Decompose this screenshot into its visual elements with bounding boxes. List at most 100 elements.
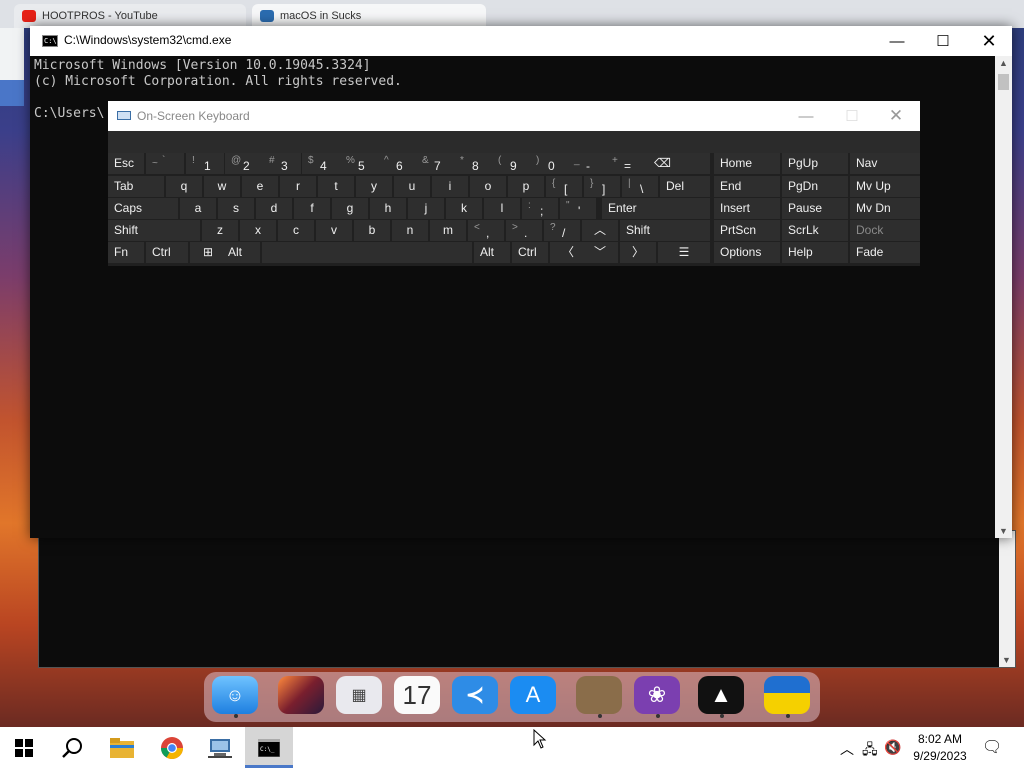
key-h[interactable]: h [370,198,406,219]
search-button[interactable] [48,727,96,768]
key-caps[interactable]: Caps [108,198,178,219]
key-c[interactable]: c [278,220,314,241]
key-backspace[interactable]: ⌫ [644,153,710,174]
osk-minimize-button[interactable]: — [784,101,828,131]
key-i[interactable]: i [432,176,468,197]
key-del[interactable]: Del [660,176,710,197]
key-up-arrow[interactable]: ︿ [582,220,618,241]
key-left-bracket[interactable]: {[ [546,176,582,197]
key-left-alt[interactable]: Alt [222,242,260,263]
key-p[interactable]: p [508,176,544,197]
key-3[interactable]: #3 [263,153,301,174]
key-pause[interactable]: Pause [782,198,848,219]
key-r[interactable]: r [280,176,316,197]
key-pgup[interactable]: PgUp [782,153,848,174]
network-icon[interactable]: 🖧 [862,739,878,763]
key-4[interactable]: $4 [302,153,340,174]
key-help[interactable]: Help [782,242,848,263]
start-button[interactable] [0,727,48,768]
key-left-ctrl[interactable]: Ctrl [146,242,188,263]
key-options[interactable]: Options [714,242,780,263]
key-mv-dn[interactable]: Mv Dn [850,198,920,219]
key-right-ctrl[interactable]: Ctrl [512,242,548,263]
key-0[interactable]: ) 0 [530,153,568,174]
scrollbar-thumb[interactable] [998,74,1009,90]
key-space[interactable] [262,242,472,263]
browser-tab-youtube[interactable]: HOOTPROS - YouTube [14,4,246,28]
key-quote[interactable]: " ' [560,198,596,219]
key-insert[interactable]: Insert [714,198,780,219]
key-5[interactable]: % 5 [340,153,378,174]
browser-tab-macos[interactable]: macOS in Sucks [252,4,486,28]
key-right-alt[interactable]: Alt [474,242,510,263]
key-home[interactable]: Home [714,153,780,174]
taskbar-chrome[interactable] [148,727,196,768]
close-button[interactable]: ✕ [966,26,1012,56]
key-j[interactable]: j [408,198,444,219]
key-comma[interactable]: <, [468,220,504,241]
key-t[interactable]: t [318,176,354,197]
game-app-icon[interactable] [576,676,622,714]
maximize-button[interactable]: ☐ [920,26,966,56]
scroll-down-icon[interactable]: ▼ [1002,655,1011,665]
key-esc[interactable]: Esc [108,153,144,174]
key-a[interactable]: a [180,198,216,219]
key-slash[interactable]: ? / [544,220,580,241]
key-semicolon[interactable]: :; [522,198,558,219]
taskbar-file-explorer[interactable] [98,727,146,768]
key-menu[interactable]: ☰ [658,242,710,263]
key-6[interactable]: ^ 6 [378,153,416,174]
key-w[interactable]: w [204,176,240,197]
app-store-icon[interactable]: A [510,676,556,714]
key-scrlk[interactable]: ScrLk [782,220,848,241]
key-y[interactable]: y [356,176,392,197]
key-right-shift[interactable]: Shift [620,220,710,241]
key-end[interactable]: End [714,176,780,197]
key-pgdn[interactable]: PgDn [782,176,848,197]
volume-muted-icon[interactable]: 🔇 [884,739,901,756]
system-clock[interactable]: 8:02 AM 9/29/2023 [908,731,972,765]
key-n[interactable]: n [392,220,428,241]
minimize-button[interactable]: — [874,26,920,56]
key-backslash[interactable]: | \ [622,176,658,197]
key-dock[interactable]: Dock [850,220,920,241]
utm-icon[interactable]: ❀ [634,676,680,714]
key-period[interactable]: >. [506,220,542,241]
key-g[interactable]: g [332,198,368,219]
cmd-titlebar[interactable]: C:\ C:\Windows\system32\cmd.exe — ☐ ✕ [30,26,1012,56]
key-fn[interactable]: Fn [108,242,144,263]
key-d[interactable]: d [256,198,292,219]
calendar-icon[interactable]: 17 [394,676,440,714]
key-down-arrow[interactable]: ﹀ [582,242,618,263]
osk-titlebar[interactable]: On-Screen Keyboard — ☐ ✕ [108,101,920,131]
taskbar-cmd[interactable]: C:\_ [245,727,293,768]
key-right-arrow[interactable]: 〉 [620,242,656,263]
key-s[interactable]: s [218,198,254,219]
key-x[interactable]: x [240,220,276,241]
osk-maximize-button[interactable]: ☐ [830,101,874,131]
scroll-up-icon[interactable]: ▲ [999,58,1008,68]
key-v[interactable]: v [316,220,352,241]
key-8[interactable]: * 8 [454,153,492,174]
key-right-bracket[interactable]: }] [584,176,620,197]
key-l[interactable]: l [484,198,520,219]
key-tab[interactable]: Tab [108,176,164,197]
key-nav[interactable]: Nav [850,153,920,174]
key-mv-up[interactable]: Mv Up [850,176,920,197]
key-9[interactable]: (9 [492,153,530,174]
key-f[interactable]: f [294,198,330,219]
finder-icon[interactable]: ☺ [212,676,258,714]
key-q[interactable]: q [166,176,202,197]
key-e[interactable]: e [242,176,278,197]
osk-close-button[interactable]: ✕ [874,101,918,131]
scroll-down-icon[interactable]: ▼ [999,526,1008,536]
console-scrollbar[interactable]: ▲ ▼ [995,56,1012,538]
notifications-icon[interactable]: 🗨 [982,737,1002,757]
show-hidden-icons[interactable]: ︿ [840,739,854,759]
key-equals[interactable]: + = [606,153,644,174]
vscode-icon[interactable]: ≺ [452,676,498,714]
scrollbar[interactable]: ▼ [999,531,1015,667]
key-minus[interactable]: _ - [568,153,606,174]
key-o[interactable]: o [470,176,506,197]
key-k[interactable]: k [446,198,482,219]
